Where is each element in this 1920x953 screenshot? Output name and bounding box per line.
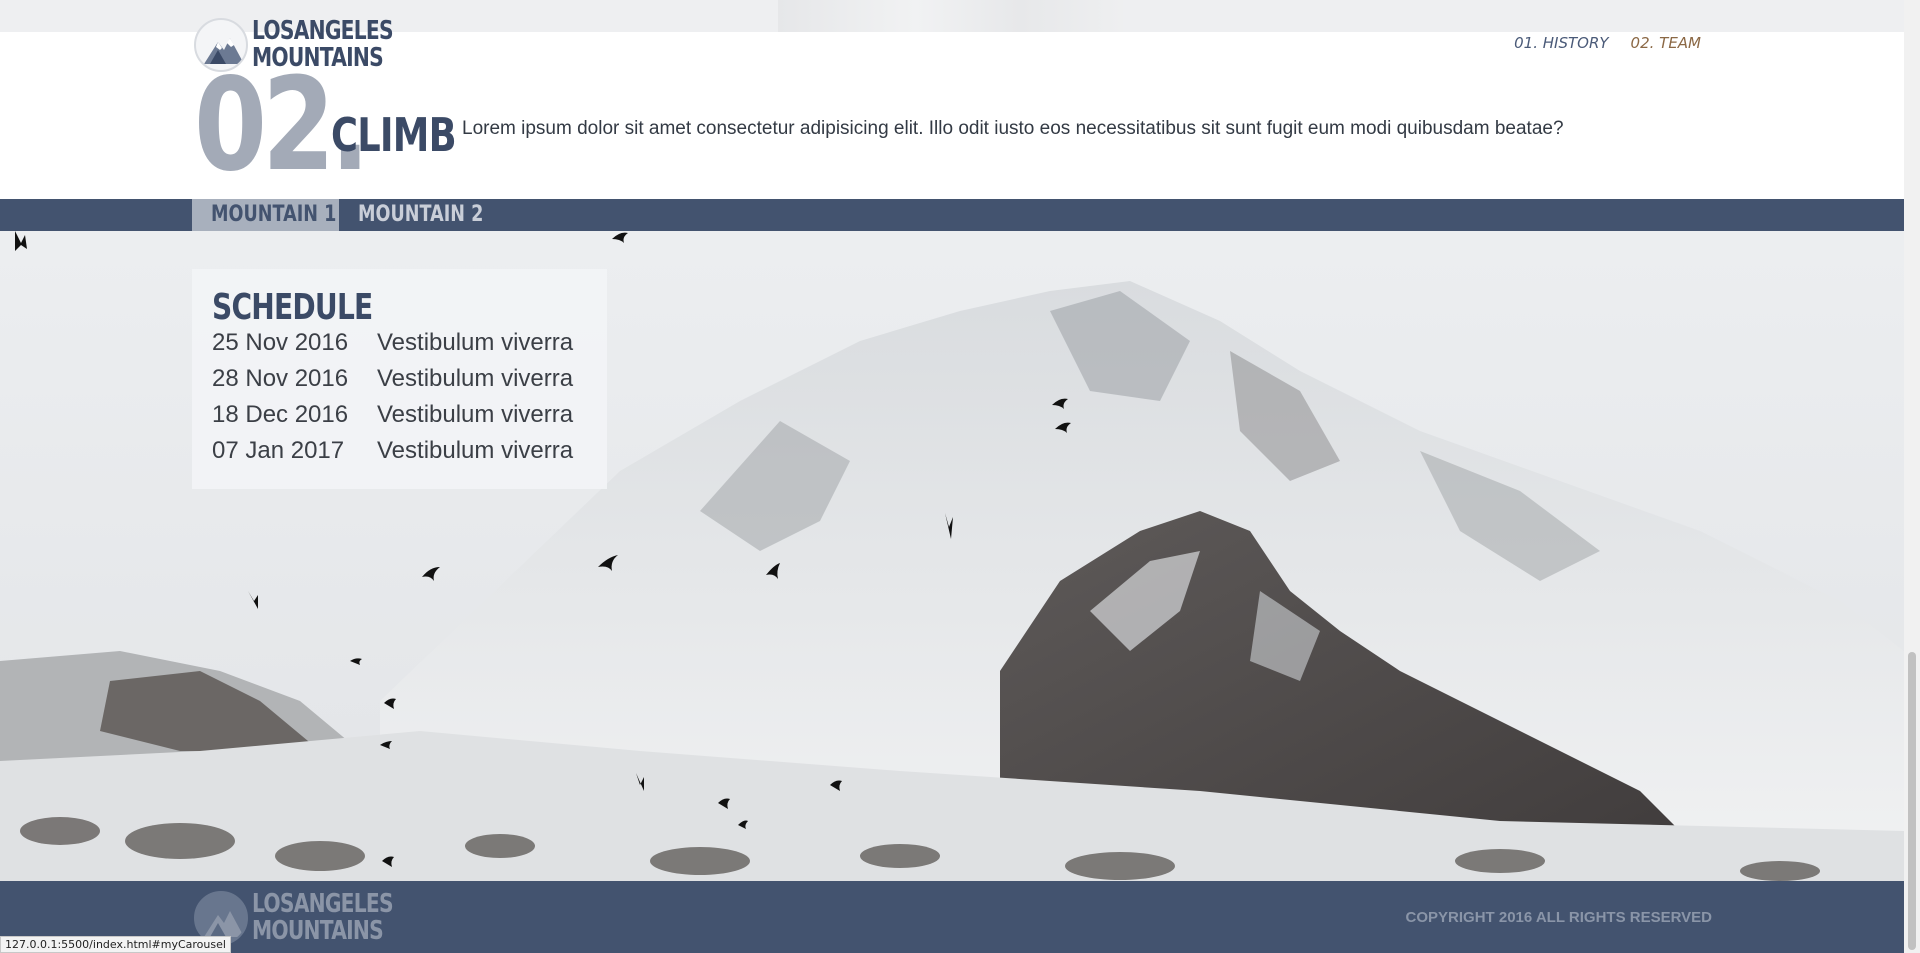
browser-status-url: 127.0.0.1:5500/index.html#myCarousel [0, 936, 231, 953]
schedule-row: 28 Nov 2016 Vestibulum viverra [212, 361, 587, 397]
top-nav: 01. HISTORY 02. TEAM [1514, 34, 1701, 52]
schedule-date: 18 Dec 2016 [212, 401, 349, 428]
section-description: Lorem ipsum dolor sit amet consectetur a… [462, 118, 1564, 139]
schedule-panel: SCHEDULE 25 Nov 2016 Vestibulum viverra … [192, 269, 607, 489]
previous-section-image [778, 0, 1123, 32]
schedule-event: Vestibulum viverra [377, 329, 574, 356]
schedule-row: 18 Dec 2016 Vestibulum viverra [212, 397, 587, 433]
page: LOSANGELES MOUNTAINS 01. HISTORY 02. TEA… [0, 0, 1920, 953]
schedule-row: 07 Jan 2017 Vestibulum viverra [212, 433, 587, 469]
tab-label: MOUNTAIN 2 [358, 202, 484, 227]
footer: LOSANGELES MOUNTAINS COPYRIGHT 2016 ALL … [0, 881, 1904, 953]
schedule-event: Vestibulum viverra [377, 437, 574, 464]
logo-line-1: LOSANGELES [252, 16, 394, 46]
mountain-tabs: MOUNTAIN 1 MOUNTAIN 2 [0, 199, 1904, 231]
tab-mountain-1[interactable]: MOUNTAIN 1 [192, 199, 339, 231]
schedule-date: 25 Nov 2016 [212, 329, 349, 356]
copyright-text: COPYRIGHT 2016 ALL RIGHTS RESERVED [1405, 909, 1712, 926]
tab-label: MOUNTAIN 1 [211, 202, 337, 227]
header: LOSANGELES MOUNTAINS 01. HISTORY 02. TEA… [0, 18, 1904, 199]
section-title: CLIMB [331, 108, 457, 162]
tab-mountain-2[interactable]: MOUNTAIN 2 [339, 199, 499, 231]
schedule-date: 07 Jan 2017 [212, 437, 345, 464]
schedule-title: SCHEDULE [212, 287, 373, 328]
nav-link-team[interactable]: 02. TEAM [1631, 34, 1701, 52]
footer-logo-line-1: LOSANGELES [252, 889, 394, 919]
schedule-event: Vestibulum viverra [377, 401, 574, 428]
footer-logo-line-2: MOUNTAINS [252, 916, 384, 946]
page-scrollbar[interactable] [1904, 0, 1920, 953]
schedule-row: 25 Nov 2016 Vestibulum viverra [212, 325, 587, 361]
schedule-date: 28 Nov 2016 [212, 365, 349, 392]
schedule-event: Vestibulum viverra [377, 365, 574, 392]
scrollbar-thumb[interactable] [1908, 652, 1916, 950]
nav-link-history[interactable]: 01. HISTORY [1514, 34, 1608, 52]
footer-logo-text: LOSANGELES MOUNTAINS [252, 889, 394, 946]
